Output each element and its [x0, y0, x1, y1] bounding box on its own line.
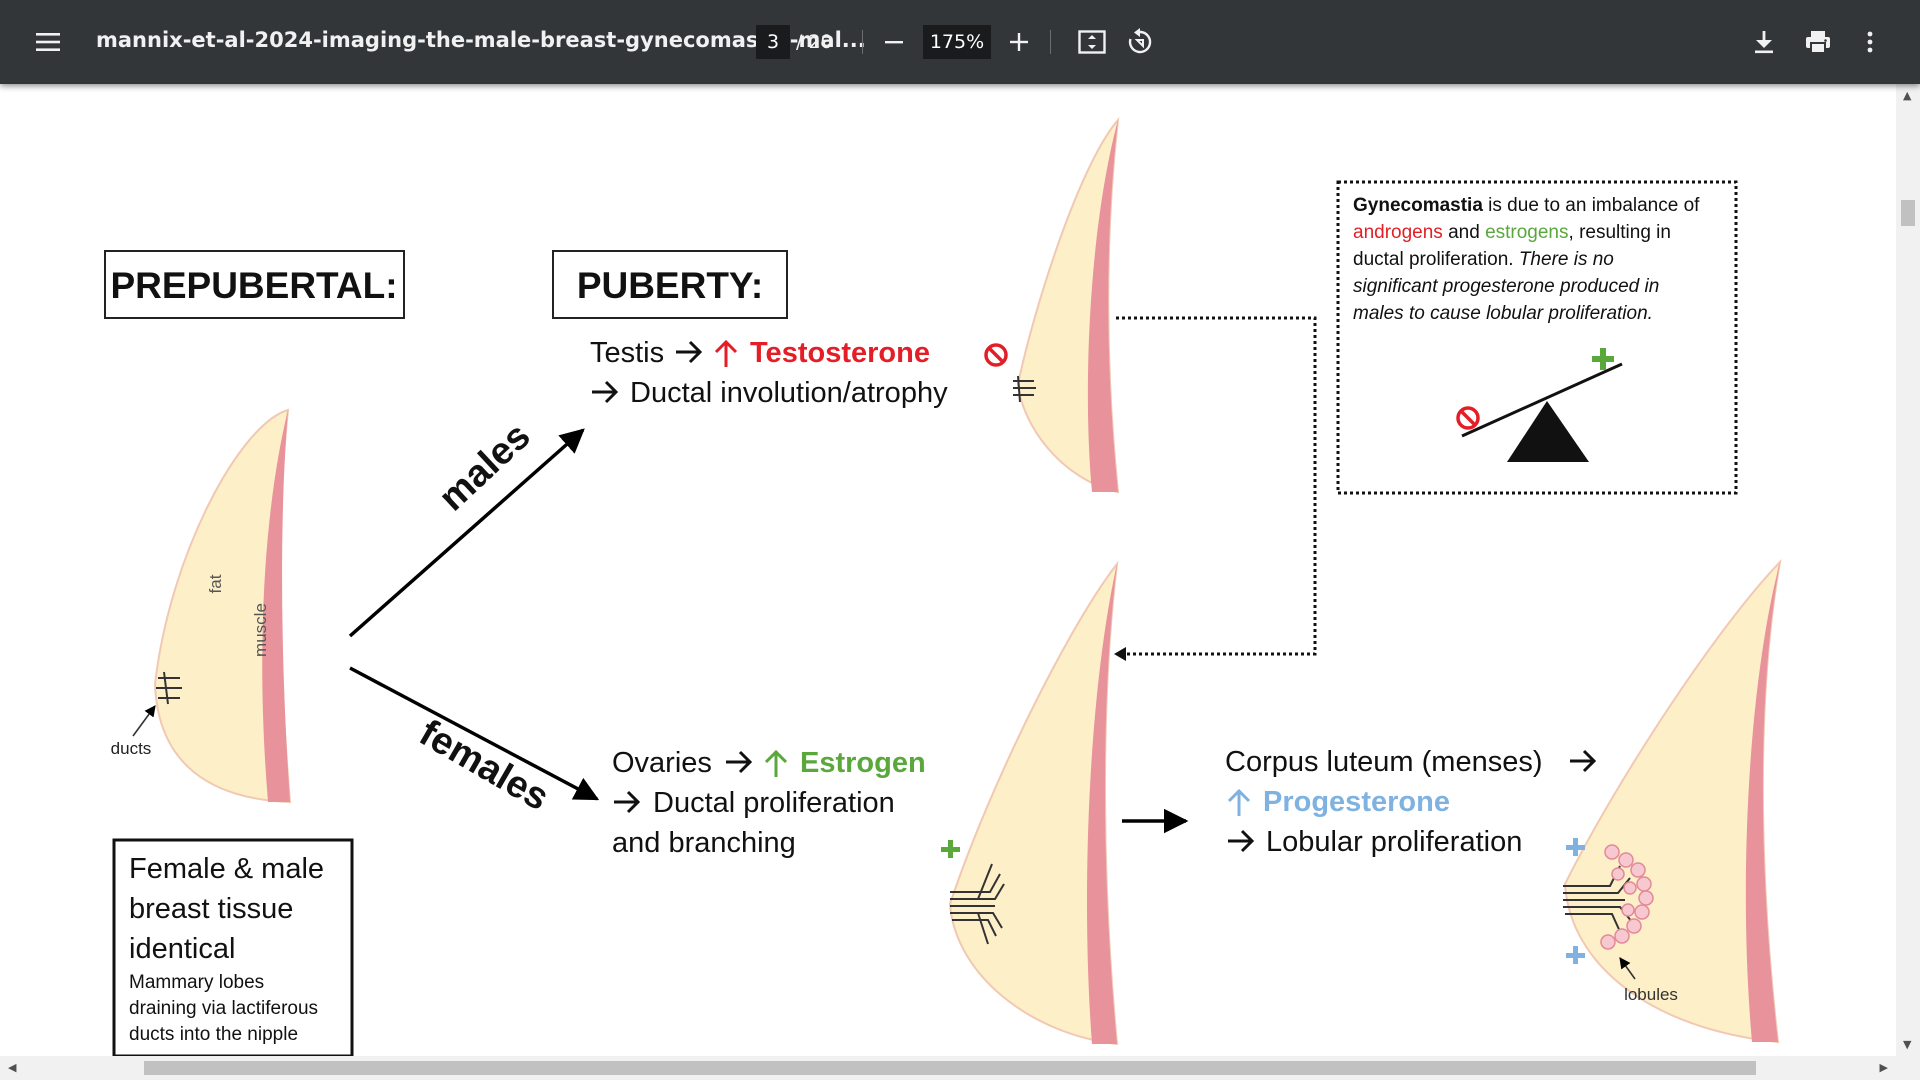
scroll-down-icon[interactable]: ▼	[1903, 1039, 1911, 1050]
prepubertal-heading: PREPUBERTAL:	[110, 265, 397, 306]
estrogen-text: Estrogen	[800, 747, 926, 779]
gyno-line2: androgens and estrogens, resulting in	[1353, 222, 1671, 243]
gynecomastia-figure: PREPUBERTAL: PUBERTY: fat muscle ducts F…	[104, 116, 1782, 1056]
no-sign-icon	[984, 343, 1008, 367]
download-icon[interactable]	[1746, 24, 1782, 60]
testosterone-text: Testosterone	[750, 337, 930, 369]
gyno-line3: ductal proliferation. There is no	[1353, 249, 1614, 270]
gyno-line5: males to cause lobular proliferation.	[1353, 303, 1653, 324]
arrow-right-icon	[614, 790, 641, 814]
arrow-up-red-icon	[714, 339, 738, 367]
horizontal-scroll-thumb[interactable]	[144, 1061, 1756, 1075]
muscle-label: muscle	[251, 603, 270, 657]
ducts-label: ducts	[111, 739, 152, 758]
and-branching-text: and branching	[612, 827, 796, 859]
fit-page-icon[interactable]	[1074, 24, 1110, 60]
ductal-involution-text: Ductal involution/atrophy	[630, 377, 948, 409]
page-number-input[interactable]: 3	[756, 25, 790, 59]
arrow-up-blue-icon	[1227, 788, 1251, 816]
arrow-right-icon	[1570, 749, 1597, 773]
identical-line2: breast tissue	[129, 893, 293, 925]
arrow-right-icon	[676, 340, 703, 364]
horizontal-scrollbar[interactable]: ◀ ▶	[0, 1056, 1920, 1080]
menu-icon[interactable]	[28, 24, 68, 60]
arrow-right-icon	[592, 380, 619, 404]
vertical-scroll-thumb[interactable]	[1901, 200, 1915, 226]
puberty-heading: PUBERTY:	[577, 265, 763, 306]
print-icon[interactable]	[1800, 24, 1836, 60]
gyno-line4: significant progesterone produced in	[1353, 276, 1659, 297]
gyno-line1: Gynecomastia is due to an imbalance of	[1353, 195, 1700, 216]
ductal-proliferation-text: Ductal proliferation	[653, 787, 895, 819]
toolbar-divider	[1050, 30, 1051, 54]
identical-line1: Female & male	[129, 853, 324, 885]
toolbar-divider	[862, 30, 863, 54]
testis-text: Testis	[590, 337, 664, 369]
plus-green-icon	[941, 840, 960, 858]
dotted-connector	[1116, 316, 1317, 656]
lobular-proliferation-text: Lobular proliferation	[1266, 826, 1522, 858]
lobules-label: lobules	[1624, 985, 1678, 1004]
males-label: males	[431, 415, 538, 519]
scroll-right-icon[interactable]: ▶	[1880, 1062, 1888, 1073]
vertical-scrollbar[interactable]: ▲ ▼	[1896, 84, 1920, 1056]
pdf-toolbar: mannix-et-al-2024-imaging-the-male-breas…	[0, 0, 1920, 84]
identical-sub1: Mammary lobes	[129, 972, 264, 993]
zoom-in-icon[interactable]	[1002, 24, 1036, 60]
arrow-up-green-icon	[764, 749, 788, 777]
progesterone-text: Progesterone	[1263, 786, 1450, 818]
ovaries-text: Ovaries	[612, 747, 712, 779]
male-puberty-breast-illustration	[1013, 116, 1120, 494]
page-total: / 20	[796, 31, 833, 53]
identical-line3: identical	[129, 933, 235, 965]
corpus-luteum-text: Corpus luteum (menses)	[1225, 746, 1543, 778]
female-puberty-breast-illustration	[941, 560, 1119, 1046]
zoom-out-icon[interactable]	[877, 24, 911, 60]
more-options-icon[interactable]	[1852, 24, 1888, 60]
lobular-breast-illustration	[1563, 558, 1782, 1044]
arrow-right-icon	[726, 750, 753, 774]
identical-sub3: ducts into the nipple	[129, 1024, 298, 1045]
fat-label: fat	[206, 574, 225, 593]
zoom-level-input[interactable]: 175%	[923, 25, 991, 59]
identical-sub2: draining via lactiferous	[129, 998, 318, 1019]
scroll-up-icon[interactable]: ▲	[1903, 90, 1911, 101]
document-title: mannix-et-al-2024-imaging-the-male-breas…	[96, 28, 866, 52]
scroll-left-icon[interactable]: ◀	[8, 1062, 16, 1073]
rotate-icon[interactable]	[1122, 24, 1158, 60]
plus-blue-icon	[1566, 946, 1585, 964]
arrow-right-icon	[1228, 829, 1255, 853]
